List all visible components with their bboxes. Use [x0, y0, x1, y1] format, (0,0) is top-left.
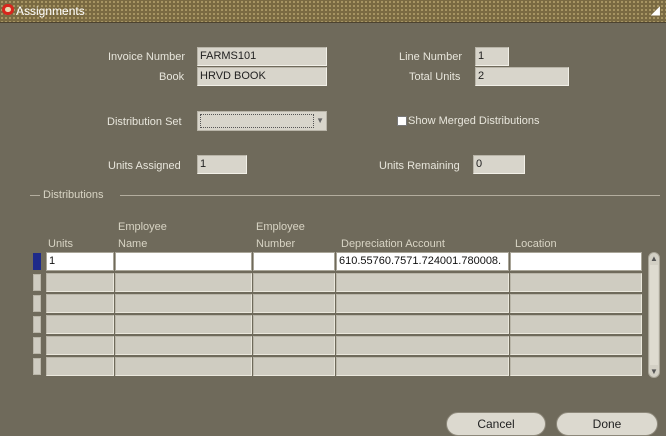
row-indicator[interactable] — [33, 253, 41, 270]
distribution-set-label: Distribution Set — [107, 116, 182, 128]
distribution-set-value — [200, 114, 314, 128]
row-indicator[interactable] — [33, 316, 41, 333]
oracle-app-icon — [2, 4, 14, 15]
assignments-window: Assignments ◢ Invoice Number FARMS101 Bo… — [0, 0, 666, 436]
section-divider — [120, 195, 660, 196]
cell-depreciation-account[interactable] — [336, 357, 509, 376]
cell-employee-number[interactable] — [253, 273, 335, 292]
total-units-field[interactable]: 2 — [475, 67, 569, 86]
cell-depreciation-account[interactable] — [336, 315, 509, 334]
cancel-button[interactable]: Cancel — [446, 412, 546, 436]
line-number-label: Line Number — [399, 51, 462, 63]
cell-units[interactable] — [46, 315, 114, 334]
cell-depreciation-account[interactable] — [336, 273, 509, 292]
cell-employee-name[interactable] — [115, 336, 252, 355]
cell-employee-number[interactable] — [253, 336, 335, 355]
column-header-employee-name-1: Employee — [118, 221, 167, 233]
cell-employee-name[interactable] — [115, 252, 252, 271]
scroll-down-icon[interactable]: ▼ — [650, 367, 658, 376]
done-button[interactable]: Done — [556, 412, 658, 436]
show-merged-label[interactable]: Show Merged Distributions — [408, 114, 539, 128]
cell-units[interactable] — [46, 273, 114, 292]
cell-employee-number[interactable] — [253, 294, 335, 313]
column-header-employee-name-2: Name — [118, 238, 148, 250]
cell-employee-name[interactable] — [115, 315, 252, 334]
window-title: Assignments — [16, 4, 85, 18]
cell-depreciation-account[interactable] — [336, 294, 509, 313]
cell-employee-name[interactable] — [115, 357, 252, 376]
invoice-number-field[interactable]: FARMS101 — [197, 47, 327, 66]
units-remaining-field[interactable]: 0 — [473, 155, 525, 174]
cell-units[interactable] — [46, 357, 114, 376]
section-divider — [30, 195, 40, 196]
show-merged-checkbox[interactable] — [397, 116, 407, 126]
column-header-units: Units — [48, 238, 74, 250]
vertical-scrollbar[interactable]: ▲ ▼ — [648, 252, 660, 378]
chevron-down-icon: ▼ — [316, 116, 324, 125]
units-assigned-label: Units Assigned — [108, 160, 181, 172]
cell-units[interactable] — [46, 336, 114, 355]
cell-location[interactable] — [510, 294, 642, 313]
column-header-location: Location — [515, 238, 557, 250]
invoice-number-label: Invoice Number — [108, 51, 186, 63]
units-assigned-field[interactable]: 1 — [197, 155, 247, 174]
distribution-set-dropdown[interactable]: ▼ — [197, 111, 327, 131]
book-label: Book — [159, 71, 185, 83]
units-remaining-label: Units Remaining — [379, 160, 460, 172]
total-units-label: Total Units — [409, 71, 461, 83]
cell-depreciation-account[interactable]: 610.55760.7571.724001.780008. — [336, 252, 509, 271]
row-indicator[interactable] — [33, 295, 41, 312]
line-number-field[interactable]: 1 — [475, 47, 509, 66]
scroll-thumb[interactable] — [650, 265, 658, 365]
column-header-employee-number-1: Employee — [256, 221, 305, 233]
cell-employee-number[interactable] — [253, 315, 335, 334]
cell-depreciation-account[interactable] — [336, 336, 509, 355]
column-header-employee-number-2: Number — [256, 238, 296, 250]
book-field[interactable]: HRVD BOOK — [197, 67, 327, 86]
distributions-section-label: Distributions — [43, 189, 104, 201]
scroll-up-icon[interactable]: ▲ — [650, 254, 658, 263]
row-indicator[interactable] — [33, 274, 41, 291]
cell-location[interactable] — [510, 336, 642, 355]
cell-location[interactable] — [510, 273, 642, 292]
cell-employee-name[interactable] — [115, 273, 252, 292]
cell-location[interactable] — [510, 357, 642, 376]
resize-icon[interactable]: ◢ — [651, 3, 660, 17]
cell-employee-number[interactable] — [253, 252, 335, 271]
column-header-depreciation-account: Depreciation Account — [341, 238, 445, 250]
cell-units[interactable] — [46, 294, 114, 313]
cell-units[interactable]: 1 — [46, 252, 114, 271]
cell-location[interactable] — [510, 252, 642, 271]
cell-employee-number[interactable] — [253, 357, 335, 376]
cell-location[interactable] — [510, 315, 642, 334]
row-indicator[interactable] — [33, 358, 41, 375]
cell-employee-name[interactable] — [115, 294, 252, 313]
title-bar[interactable]: Assignments ◢ — [0, 0, 666, 23]
row-indicator[interactable] — [33, 337, 41, 354]
